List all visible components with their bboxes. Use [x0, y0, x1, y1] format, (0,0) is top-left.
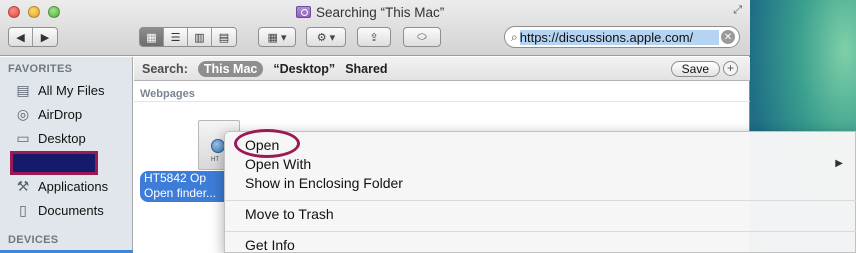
window-title-bar: Searching “This Mac” [296, 3, 444, 21]
add-criteria-button[interactable]: + [723, 61, 738, 76]
back-button[interactable]: ◀ [9, 28, 33, 46]
scope-shared-button[interactable]: Shared [345, 62, 387, 76]
sidebar-heading-devices: DEVICES [8, 234, 59, 246]
sidebar-item-label: All My Files [38, 82, 105, 98]
back-forward-control: ◀ ▶ [8, 27, 58, 47]
close-window-button[interactable] [8, 6, 20, 18]
sidebar-item-all-my-files[interactable]: ▤ All My Files [14, 80, 104, 100]
column-view-button[interactable]: ▥ [188, 28, 212, 46]
action-gear-button[interactable]: ⚙ ▾ [306, 27, 346, 47]
sidebar-item-label: Desktop [38, 130, 86, 146]
globe-icon [211, 139, 225, 153]
window-title: Searching “This Mac” [316, 4, 445, 20]
selected-file-label[interactable]: HT5842 Op Open finder... [140, 171, 226, 202]
sidebar-item-label: AirDrop [38, 106, 83, 122]
sidebar-item-airdrop[interactable]: ◎ AirDrop [14, 104, 82, 124]
section-divider [134, 101, 750, 102]
arrange-button[interactable]: ▦ ▾ [258, 27, 296, 47]
search-scope-label: Search: [142, 61, 188, 76]
submenu-arrow-icon: ▶ [835, 158, 843, 169]
sidebar-heading-favorites: FAVORITES [8, 63, 73, 75]
file-icon-tag: HT [211, 157, 219, 163]
sidebar: FAVORITES ▤ All My Files ◎ AirDrop ▭ Des… [0, 57, 133, 253]
menu-item-move-to-trash[interactable]: Move to Trash [245, 205, 334, 223]
desktop-icon: ▭ [16, 129, 30, 146]
search-icon: ⌕ [511, 29, 518, 44]
all-files-icon: ▤ [16, 81, 30, 98]
scope-desktop-button[interactable]: “Desktop” [273, 62, 335, 76]
search-scope-bar: Search: This Mac “Desktop” Shared Save + [134, 57, 750, 81]
documents-icon: ▯ [19, 201, 27, 218]
sidebar-item-applications[interactable]: ⚒ Applications [14, 176, 108, 196]
results-section-header: Webpages [140, 88, 195, 100]
share-button[interactable]: ⇪ [357, 27, 391, 47]
sidebar-item-desktop[interactable]: ▭ Desktop [14, 128, 86, 148]
search-input[interactable]: ⌕ https://discussions.apple.com/ ✕ [504, 26, 740, 48]
menu-separator [225, 200, 856, 201]
sidebar-item-label: Applications [38, 178, 109, 194]
context-menu: Open Open With ▶ Show in Enclosing Folde… [224, 131, 856, 253]
scope-this-mac-button[interactable]: This Mac [197, 60, 264, 77]
view-mode-control: ▦ ☰ ▥ ▤ [139, 27, 237, 47]
redacted-sidebar-item[interactable] [10, 151, 98, 175]
tags-button[interactable]: ⬭ [403, 27, 441, 47]
menu-item-show-in-enclosing-folder[interactable]: Show in Enclosing Folder [245, 174, 403, 192]
zoom-window-button[interactable] [48, 6, 60, 18]
window-toolbar: Searching “This Mac” ⤢ ◀ ▶ ▦ ☰ ▥ ▤ ▦ ▾ ⚙… [0, 0, 750, 56]
menu-item-open-with[interactable]: Open With [245, 155, 311, 173]
sidebar-item-label: Documents [38, 202, 104, 218]
fullscreen-icon[interactable]: ⤢ [733, 4, 742, 17]
file-name-line-2: Open finder... [144, 186, 217, 200]
file-name-line-1: HT5842 Op [144, 171, 207, 185]
smart-folder-icon [296, 6, 311, 18]
sidebar-item-documents[interactable]: ▯ Documents [14, 200, 104, 220]
list-view-button[interactable]: ☰ [164, 28, 188, 46]
clear-search-icon[interactable]: ✕ [721, 30, 735, 44]
applications-icon: ⚒ [16, 177, 30, 194]
minimize-window-button[interactable] [28, 6, 40, 18]
cover-flow-view-button[interactable]: ▤ [212, 28, 236, 46]
airdrop-icon: ◎ [16, 105, 30, 122]
menu-item-get-info[interactable]: Get Info [245, 236, 295, 253]
menu-separator [225, 231, 856, 232]
forward-button[interactable]: ▶ [33, 28, 57, 46]
search-query-text[interactable]: https://discussions.apple.com/ [519, 29, 719, 45]
save-search-button[interactable]: Save [670, 61, 720, 77]
icon-view-button[interactable]: ▦ [140, 28, 164, 46]
annotation-circle [234, 129, 300, 158]
